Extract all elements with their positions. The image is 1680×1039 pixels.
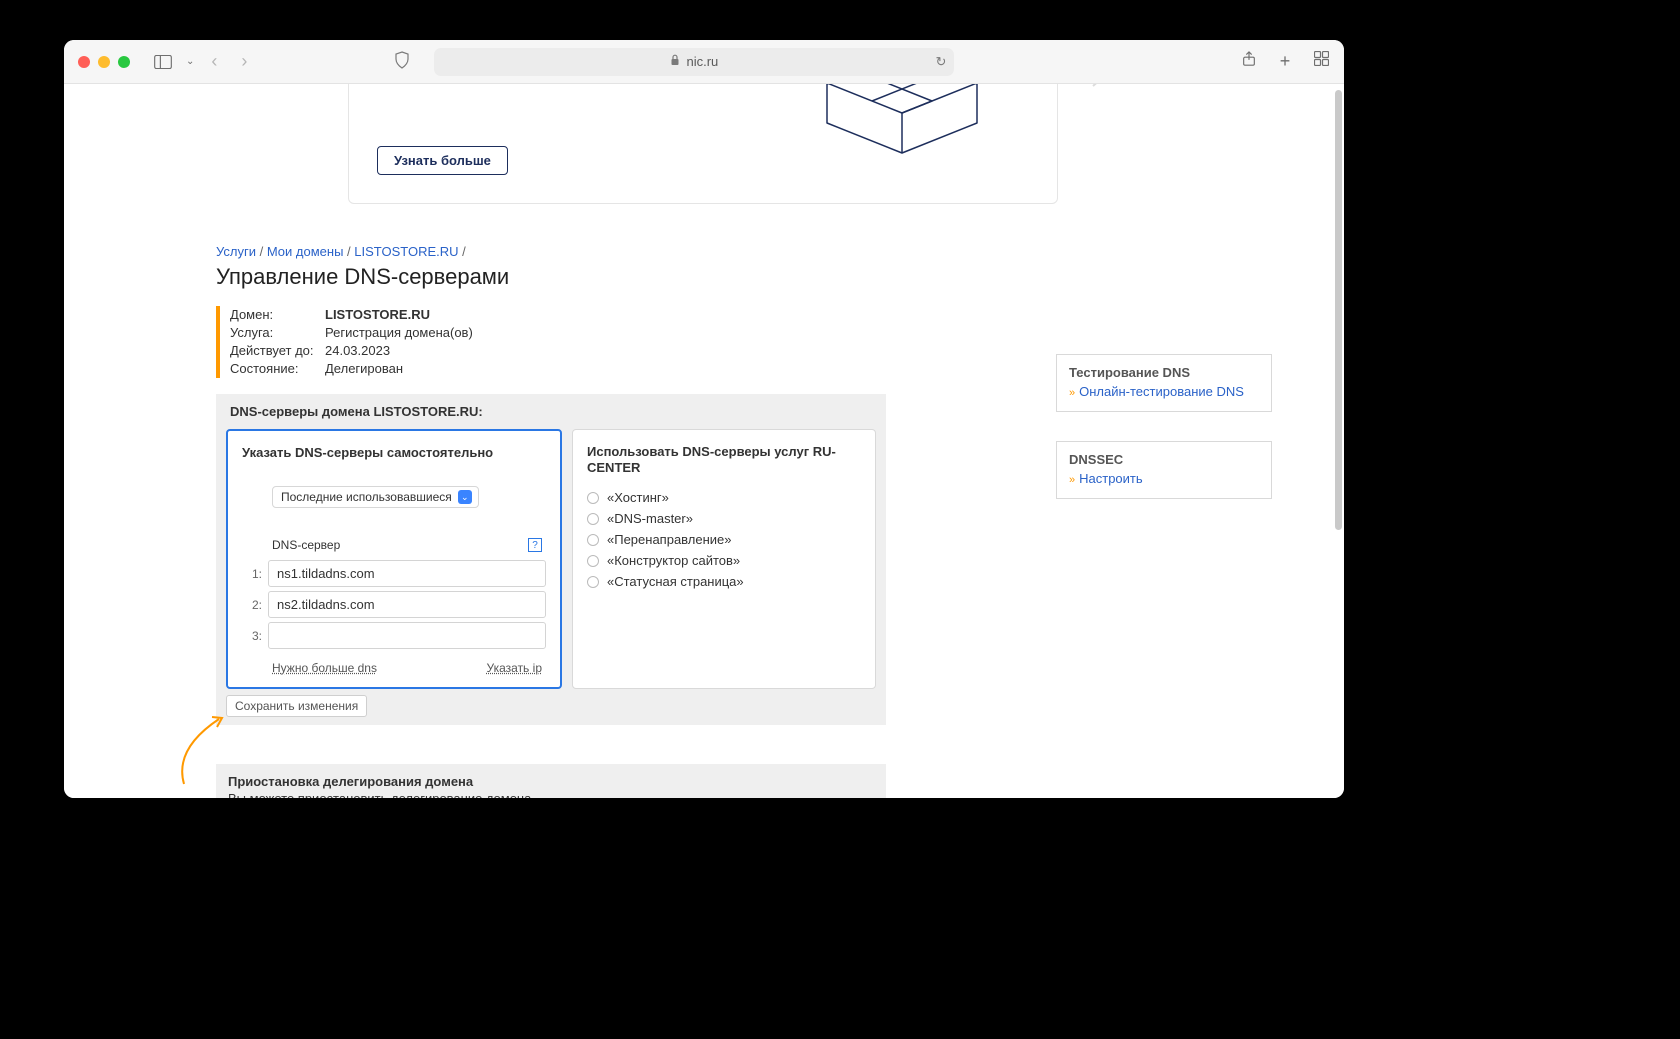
radio-icon bbox=[587, 534, 599, 546]
info-domain-key: Домен: bbox=[230, 306, 325, 324]
opt-sitebuilder[interactable]: «Конструктор сайтов» bbox=[587, 553, 861, 568]
info-service-key: Услуга: bbox=[230, 324, 325, 342]
new-tab-button[interactable]: + bbox=[1276, 51, 1294, 72]
url-host: nic.ru bbox=[686, 54, 718, 69]
opt-statuspage[interactable]: «Статусная страница» bbox=[587, 574, 861, 589]
dns-manual-title: Указать DNS-серверы самостоятельно bbox=[242, 445, 546, 460]
bullet-icon: » bbox=[1069, 474, 1075, 486]
ns-input-2[interactable] bbox=[268, 591, 546, 618]
domain-info: Домен:LISTOSTORE.RU Услуга:Регистрация д… bbox=[216, 306, 473, 378]
privacy-shield-icon[interactable] bbox=[394, 51, 410, 72]
share-button[interactable] bbox=[1240, 51, 1258, 72]
breadcrumb: Услуги / Мои домены / LISTOSTORE.RU / bbox=[216, 244, 466, 259]
chevron-down-icon: ⌄ bbox=[458, 490, 472, 504]
window-controls bbox=[78, 56, 130, 68]
breadcrumb-domain[interactable]: LISTOSTORE.RU bbox=[354, 244, 458, 259]
ns-index-3: 3: bbox=[242, 629, 262, 643]
more-dns-link[interactable]: Нужно больше dns bbox=[272, 661, 377, 675]
suspend-title: Приостановка делегирования домена bbox=[228, 774, 874, 789]
sidebar-dnssec: DNSSEC » Настроить bbox=[1056, 441, 1272, 499]
info-valid-key: Действует до: bbox=[230, 342, 325, 360]
recent-dns-select[interactable]: Последние использовавшиеся ⌄ bbox=[272, 486, 479, 508]
tab-overview-button[interactable] bbox=[1312, 51, 1330, 72]
opt-redirect[interactable]: «Перенаправление» bbox=[587, 532, 861, 547]
sidebar-dns-test: Тестирование DNS » Онлайн-тестирование DN… bbox=[1056, 354, 1272, 412]
sidebar-dns-test-title: Тестирование DNS bbox=[1069, 365, 1259, 380]
online-dns-test-link[interactable]: Онлайн-тестирование DNS bbox=[1079, 384, 1244, 399]
browser-window: ⌄ ‹ › nic.ru ↻ + Узнать больше bbox=[64, 40, 1344, 798]
ns-input-3[interactable] bbox=[268, 622, 546, 649]
back-button[interactable]: ‹ bbox=[204, 51, 224, 72]
radio-icon bbox=[587, 576, 599, 588]
dns-panel: DNS-серверы домена LISTOSTORE.RU: Указат… bbox=[216, 394, 886, 725]
dns-panel-title: DNS-серверы домена LISTOSTORE.RU: bbox=[226, 404, 876, 419]
scrollbar-thumb[interactable] bbox=[1335, 90, 1342, 530]
radio-icon bbox=[587, 555, 599, 567]
save-button[interactable]: Сохранить изменения bbox=[226, 695, 367, 717]
close-window-button[interactable] bbox=[78, 56, 90, 68]
ns-index-1: 1: bbox=[242, 567, 262, 581]
browser-toolbar: ⌄ ‹ › nic.ru ↻ + bbox=[64, 40, 1344, 84]
dns-rucenter-title: Использовать DNS-серверы услуг RU-CENTER bbox=[587, 444, 861, 476]
opt-dnsmaster[interactable]: «DNS-master» bbox=[587, 511, 861, 526]
opt-hosting[interactable]: «Хостинг» bbox=[587, 490, 861, 505]
dns-manual-card: Указать DNS-серверы самостоятельно После… bbox=[226, 429, 562, 689]
set-ip-link[interactable]: Указать ip bbox=[487, 661, 542, 675]
tab-group-chevron-icon[interactable]: ⌄ bbox=[186, 56, 194, 67]
maximize-window-button[interactable] bbox=[118, 56, 130, 68]
dnssec-configure-link[interactable]: Настроить bbox=[1079, 471, 1143, 486]
radio-icon bbox=[587, 513, 599, 525]
reload-button[interactable]: ↻ bbox=[935, 54, 946, 70]
sidebar-dnssec-title: DNSSEC bbox=[1069, 452, 1259, 467]
lock-icon bbox=[670, 54, 680, 69]
page-content: Узнать больше Услуги / bbox=[64, 84, 1344, 798]
info-state-value: Делегирован bbox=[325, 360, 403, 378]
recent-dns-label: Последние использовавшиеся bbox=[281, 490, 452, 504]
bullet-icon: » bbox=[1069, 387, 1075, 399]
ns-input-1[interactable] bbox=[268, 560, 546, 587]
breadcrumb-services[interactable]: Услуги bbox=[216, 244, 256, 259]
forward-button[interactable]: › bbox=[234, 51, 254, 72]
breadcrumb-my-domains[interactable]: Мои домены bbox=[267, 244, 344, 259]
promo-card: Узнать больше bbox=[348, 84, 1058, 204]
help-icon[interactable]: ? bbox=[528, 538, 542, 552]
carousel-next-icon[interactable] bbox=[1081, 84, 1121, 90]
learn-more-button[interactable]: Узнать больше bbox=[377, 146, 508, 175]
info-state-key: Состояние: bbox=[230, 360, 325, 378]
sidebar-toggle-button[interactable] bbox=[150, 55, 176, 69]
suspend-panel: Приостановка делегирования домена Вы мож… bbox=[216, 764, 886, 798]
minimize-window-button[interactable] bbox=[98, 56, 110, 68]
promo-illustration bbox=[787, 84, 1017, 183]
info-valid-value: 24.03.2023 bbox=[325, 342, 390, 360]
ns-index-2: 2: bbox=[242, 598, 262, 612]
info-service-value: Регистрация домена(ов) bbox=[325, 324, 473, 342]
radio-icon bbox=[587, 492, 599, 504]
dns-server-label: DNS-сервер bbox=[272, 538, 340, 552]
page-title: Управление DNS-серверами bbox=[216, 264, 509, 290]
address-bar[interactable]: nic.ru ↻ bbox=[434, 48, 954, 76]
dns-rucenter-card: Использовать DNS-серверы услуг RU-CENTER… bbox=[572, 429, 876, 689]
info-domain-value: LISTOSTORE.RU bbox=[325, 306, 430, 324]
suspend-sub: Вы можете приостановить делегирование до… bbox=[228, 791, 874, 798]
